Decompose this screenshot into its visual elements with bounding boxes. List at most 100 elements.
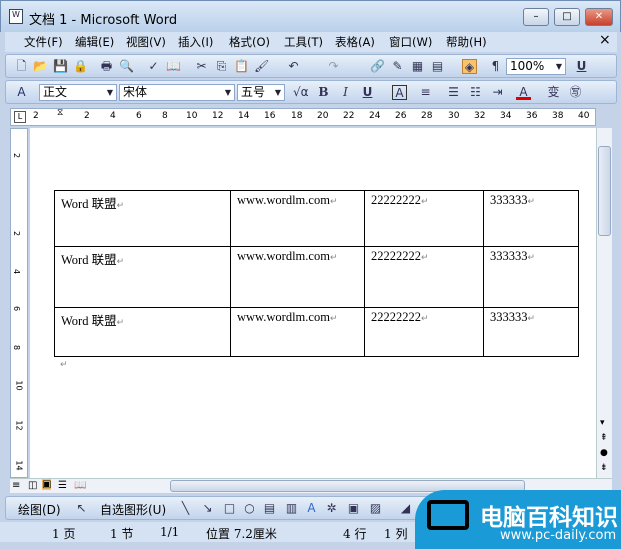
enclose-char-icon[interactable]: ㊢: [568, 85, 583, 100]
font-select[interactable]: 宋体 ▼: [119, 84, 235, 101]
insert-table-icon[interactable]: ▦: [410, 59, 425, 74]
table-cell[interactable]: 22222222↵: [364, 307, 484, 357]
cut-icon[interactable]: ✂: [194, 59, 209, 74]
zoom-select[interactable]: 100% ▼: [506, 58, 566, 75]
underline-button[interactable]: U: [574, 59, 589, 74]
undo-icon[interactable]: ↶: [286, 59, 301, 74]
scroll-thumb[interactable]: [598, 146, 611, 236]
print-view-icon[interactable]: ▣: [42, 479, 52, 490]
paragraph-mark: ↵: [60, 360, 68, 370]
equation-icon[interactable]: √α: [293, 85, 309, 100]
numbering-icon[interactable]: ☰: [446, 85, 461, 100]
paste-icon[interactable]: 📋: [234, 59, 249, 74]
table-cell[interactable]: Word 联盟↵: [54, 190, 231, 247]
menu-tools[interactable]: 工具(T): [284, 34, 323, 50]
menu-table[interactable]: 表格(A): [335, 34, 375, 50]
table-cell[interactable]: 333333↵: [483, 246, 579, 308]
bullets-icon[interactable]: ☷: [468, 85, 483, 100]
diagram-icon[interactable]: ✲: [324, 501, 339, 516]
vertical-scrollbar[interactable]: ▾ ⇞ ● ⇟: [596, 128, 612, 478]
hyperlink-icon[interactable]: 🔗: [370, 59, 385, 74]
draw-menu[interactable]: 绘图(D): [18, 501, 61, 518]
select-objects-icon[interactable]: ↖: [74, 501, 89, 516]
table-cell[interactable]: 22222222↵: [364, 190, 484, 247]
ruler-tick: 4: [12, 268, 22, 275]
align-center-icon[interactable]: ≡: [418, 85, 433, 100]
clipart-icon[interactable]: ▣: [346, 501, 361, 516]
redo-icon[interactable]: ↷: [326, 59, 341, 74]
table-cell[interactable]: 333333↵: [483, 190, 579, 247]
autoshapes-menu[interactable]: 自选图形(U): [100, 501, 166, 518]
ruler-tick: 20: [317, 111, 329, 121]
outline-view-icon[interactable]: ☰: [58, 480, 67, 491]
reading-view-icon[interactable]: 📖: [74, 480, 86, 491]
table-cell[interactable]: Word 联盟↵: [54, 246, 231, 308]
tab-selector[interactable]: L: [14, 111, 26, 123]
menu-window[interactable]: 窗口(W): [389, 34, 432, 50]
close-button[interactable]: ✕: [585, 8, 613, 26]
bold-button[interactable]: B: [316, 85, 331, 100]
status-line: 4 行: [343, 527, 367, 541]
new-icon[interactable]: 🗋: [14, 59, 29, 74]
line-icon[interactable]: ╲: [178, 501, 193, 516]
next-page-icon[interactable]: ⇟: [600, 463, 608, 473]
oval-icon[interactable]: ○: [242, 501, 257, 516]
char-border-button[interactable]: A: [392, 85, 407, 100]
table-cell[interactable]: Word 联盟↵: [54, 307, 231, 357]
print-preview-icon[interactable]: 🔍: [119, 59, 134, 74]
normal-view-icon[interactable]: ≡: [12, 480, 20, 491]
permission-icon[interactable]: 🔒: [73, 59, 88, 74]
maximize-button[interactable]: □: [554, 8, 580, 26]
table-cell[interactable]: www.wordlm.com↵: [230, 307, 365, 357]
insert-excel-icon[interactable]: ▤: [430, 59, 445, 74]
status-column: 1 列: [384, 527, 408, 541]
style-value: 正文: [43, 85, 68, 99]
font-size-select[interactable]: 五号 ▼: [237, 84, 285, 101]
table-cell[interactable]: 22222222↵: [364, 246, 484, 308]
menu-edit[interactable]: 编辑(E): [75, 34, 114, 50]
style-select[interactable]: 正文 ▼: [39, 84, 117, 101]
styles-icon[interactable]: A: [14, 85, 29, 100]
spelling-icon[interactable]: ✓: [146, 59, 161, 74]
table-cell[interactable]: 333333↵: [483, 307, 579, 357]
indent-icon[interactable]: ⇥: [490, 85, 505, 100]
horizontal-ruler[interactable]: L 2 ⧖ 2 4 6 8 10 12 14 16 18 20 22 24 26…: [10, 108, 596, 126]
browse-object-icon[interactable]: ●: [600, 448, 608, 458]
table-cell[interactable]: www.wordlm.com↵: [230, 246, 365, 308]
menu-format[interactable]: 格式(O): [229, 34, 270, 50]
close-document-button[interactable]: ×: [599, 32, 611, 48]
research-icon[interactable]: 📖: [166, 59, 181, 74]
table-cell[interactable]: www.wordlm.com↵: [230, 190, 365, 247]
arrow-icon[interactable]: ↘: [200, 501, 215, 516]
wordart-icon[interactable]: A: [304, 501, 319, 516]
open-icon[interactable]: 📂: [33, 59, 48, 74]
document-area[interactable]: Word 联盟↵ www.wordlm.com↵ 22222222↵ 33333…: [30, 128, 596, 478]
italic-button[interactable]: I: [338, 85, 353, 100]
web-view-icon[interactable]: ◫: [28, 480, 37, 491]
phonetic-icon[interactable]: 变: [546, 85, 561, 100]
prev-page-icon[interactable]: ⇞: [600, 433, 608, 443]
font-color-button[interactable]: A: [516, 85, 531, 100]
menu-view[interactable]: 视图(V): [126, 34, 166, 50]
vertical-textbox-icon[interactable]: ▥: [284, 501, 299, 516]
format-painter-icon[interactable]: 🖌: [254, 59, 269, 74]
menu-help[interactable]: 帮助(H): [446, 34, 487, 50]
fill-color-icon[interactable]: ◢: [398, 501, 413, 516]
textbox-icon[interactable]: ▤: [262, 501, 277, 516]
indent-marker[interactable]: ⧖: [57, 108, 63, 118]
underline-button[interactable]: U: [360, 85, 375, 100]
print-icon[interactable]: 🖶: [99, 59, 114, 74]
scroll-down-icon[interactable]: ▾: [600, 418, 605, 428]
copy-icon[interactable]: ⎘: [214, 59, 229, 74]
picture-icon[interactable]: ▨: [368, 501, 383, 516]
document-table[interactable]: Word 联盟↵ www.wordlm.com↵ 22222222↵ 33333…: [54, 190, 579, 357]
menu-file[interactable]: 文件(F): [24, 34, 63, 50]
vertical-ruler[interactable]: 2 2 4 6 8 10 12 14: [10, 128, 28, 478]
save-icon[interactable]: 💾: [53, 59, 68, 74]
show-hide-icon[interactable]: ¶: [488, 59, 503, 74]
rectangle-icon[interactable]: □: [222, 501, 237, 516]
drawing-icon[interactable]: ◈: [462, 59, 477, 74]
minimize-button[interactable]: –: [523, 8, 549, 26]
menu-insert[interactable]: 插入(I): [178, 34, 213, 50]
tables-borders-icon[interactable]: ✎: [390, 59, 405, 74]
